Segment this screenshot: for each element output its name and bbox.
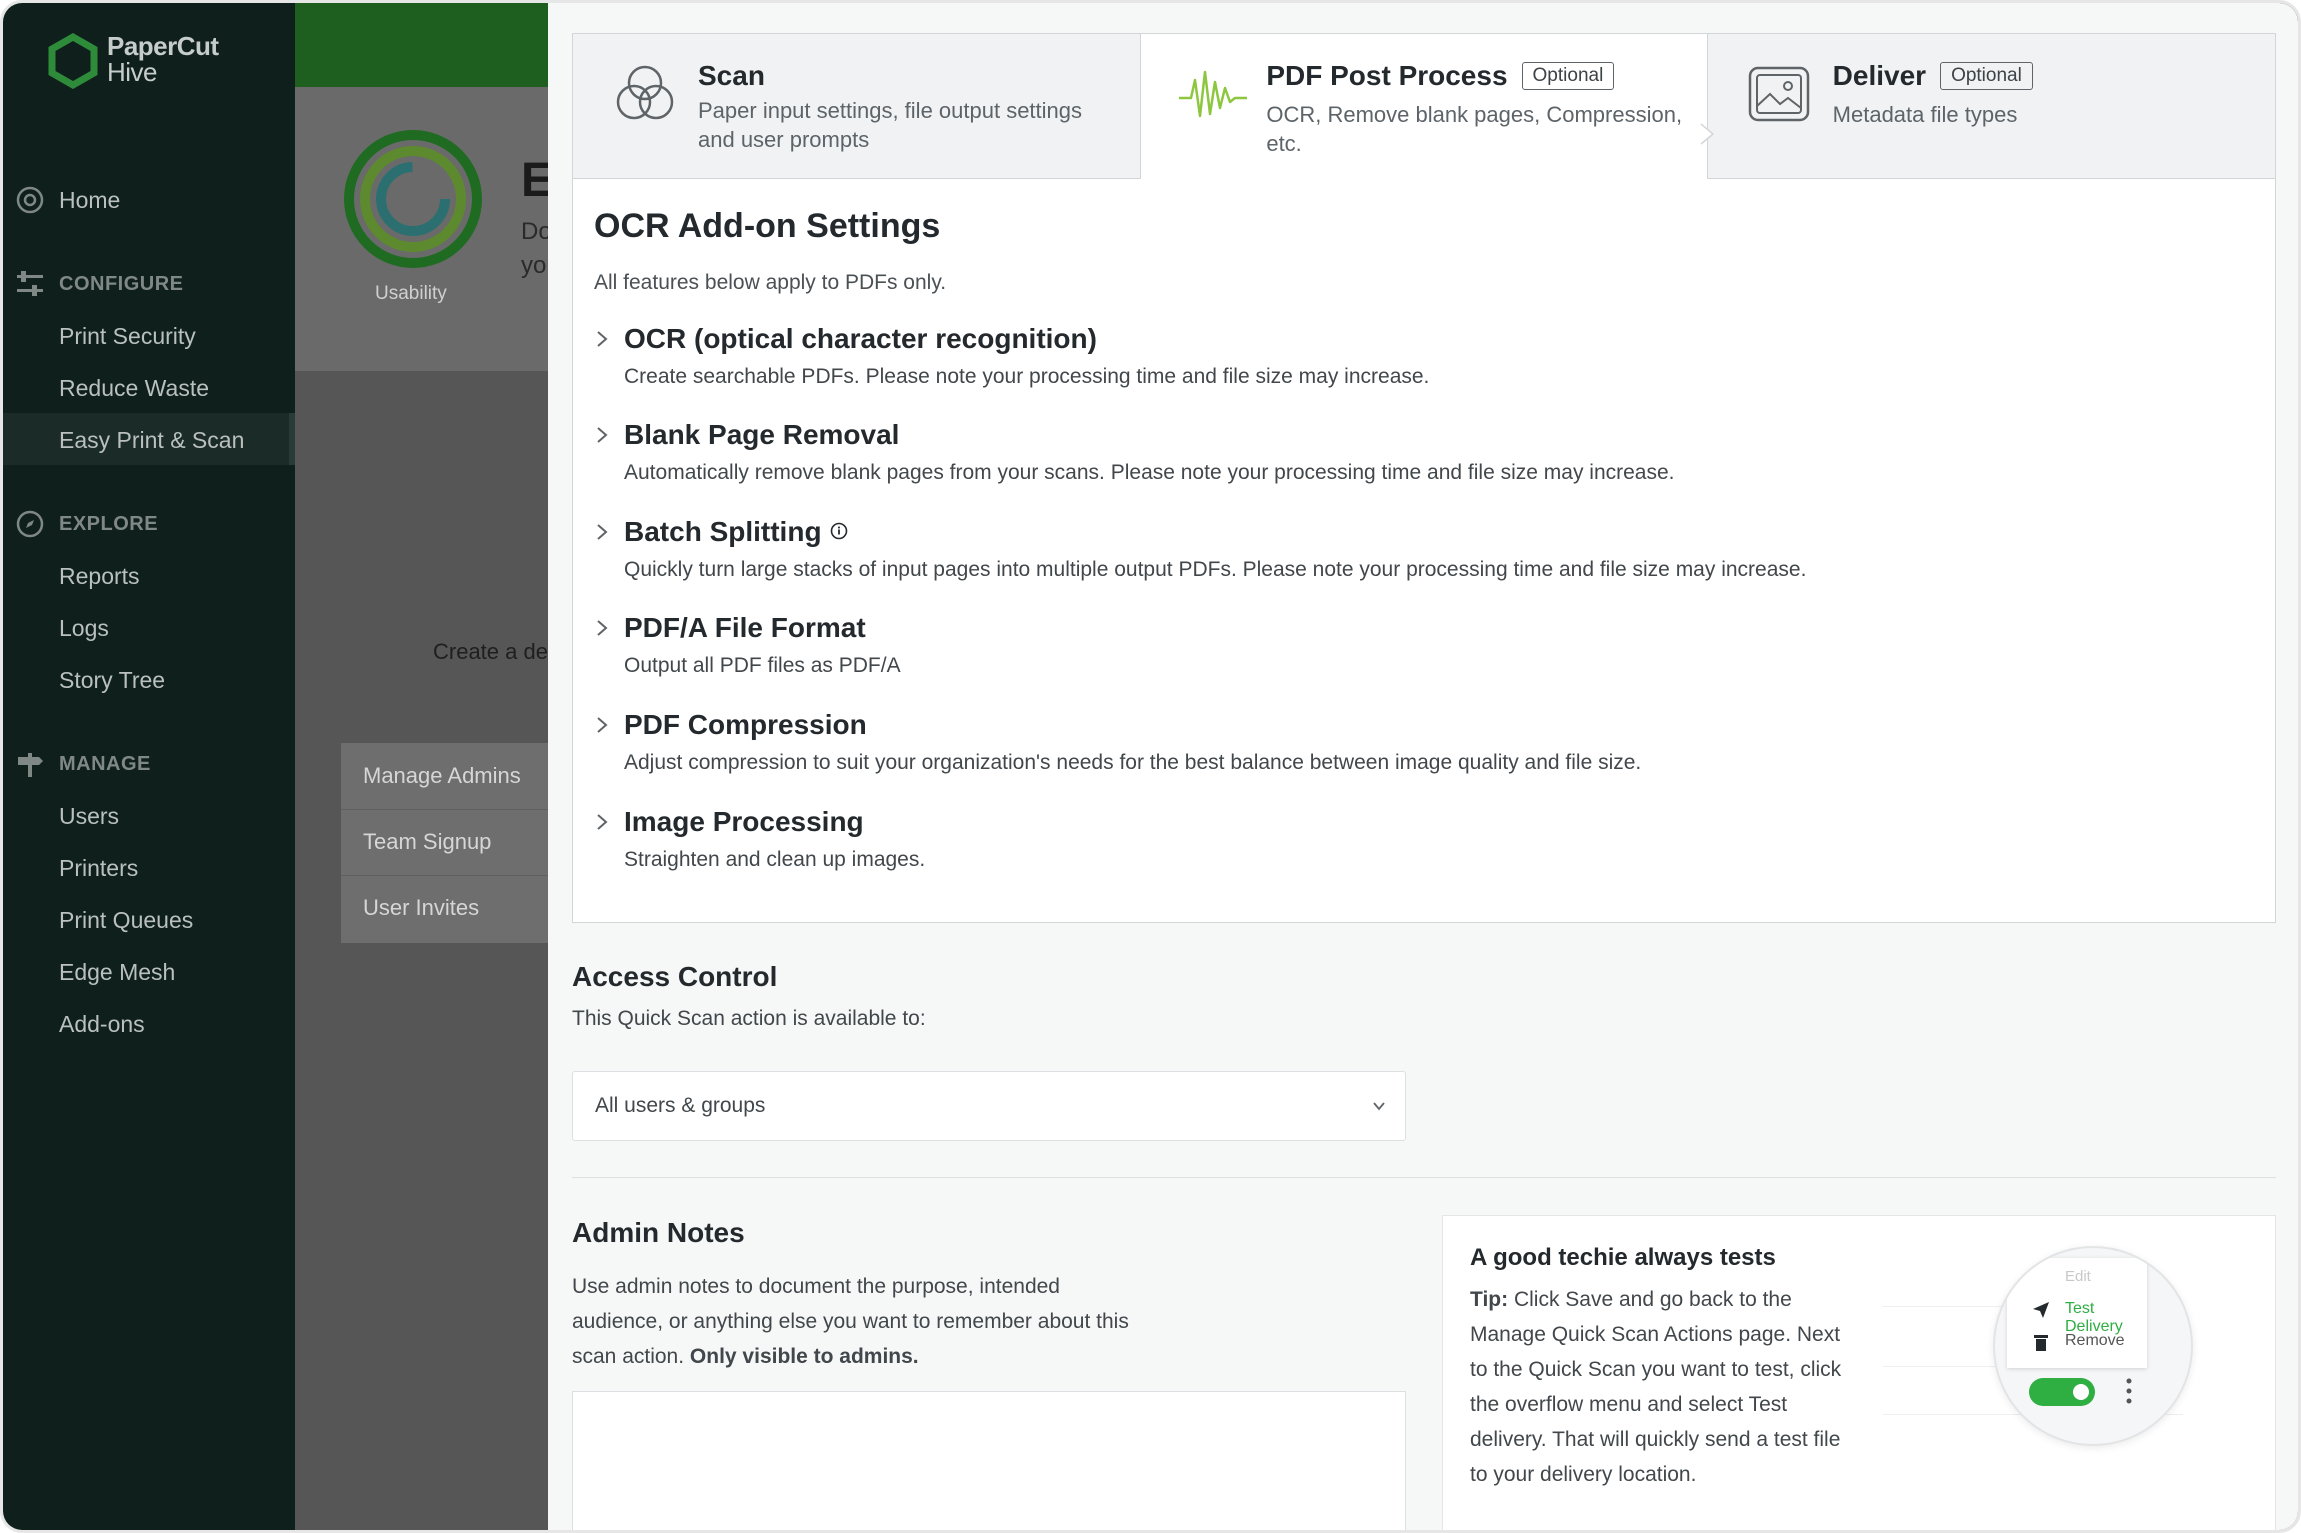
divider bbox=[341, 809, 551, 810]
logo-text-line2: Hive bbox=[107, 57, 158, 87]
feature-title: PDF Compression bbox=[624, 709, 867, 740]
step-title-deliver-text: Deliver bbox=[1832, 60, 1927, 91]
feature-desc: Adjust compression to suit your organiza… bbox=[624, 751, 1642, 774]
sidebar-item-print-security[interactable]: Print Security bbox=[59, 323, 196, 350]
step-tab-pdf-post-process[interactable]: PDF Post Process Optional OCR, Remove bla… bbox=[1140, 34, 1714, 180]
admin-notes-textarea[interactable] bbox=[572, 1391, 1406, 1530]
divider bbox=[341, 875, 551, 876]
chevron-right-icon bbox=[597, 427, 608, 443]
sidebar-item-story-tree[interactable]: Story Tree bbox=[59, 667, 165, 694]
app-frame: PaperCut Hive Home CONFIGURE Print Secur… bbox=[0, 0, 2301, 1533]
step-title-pdf-post-process-text: PDF Post Process bbox=[1266, 60, 1508, 91]
chevron-down-icon bbox=[1373, 1102, 1385, 1111]
illustration-test-delivery: Test Delivery bbox=[2065, 1300, 2123, 1335]
test-delivery-illustration: Edit Test Delivery Remove bbox=[1883, 1246, 2193, 1446]
step-title-deliver: Deliver Optional bbox=[1833, 60, 2033, 92]
sidebar-item-home[interactable]: Home bbox=[59, 187, 120, 214]
tip-label: Tip: bbox=[1470, 1288, 1509, 1311]
step-title-scan: Scan bbox=[698, 60, 765, 91]
chevron-right-icon bbox=[597, 524, 608, 540]
feature-title: Image Processing bbox=[624, 806, 864, 837]
sidebar-item-logs[interactable]: Logs bbox=[59, 615, 109, 642]
usability-label: Usability bbox=[375, 283, 447, 304]
background-menu: Manage Admins Team Signup User Invites bbox=[341, 743, 551, 943]
illustration-remove: Remove bbox=[2065, 1332, 2125, 1349]
waveform-icon bbox=[1179, 70, 1248, 118]
send-icon bbox=[2033, 1302, 2049, 1318]
illustration-overflow-menu: Edit Test Delivery Remove bbox=[2007, 1258, 2147, 1368]
illustration-edit: Edit bbox=[2065, 1268, 2091, 1285]
step-tab-scan[interactable]: Scan Paper input settings, file output s… bbox=[573, 34, 1140, 178]
ocr-settings-title: OCR Add-on Settings bbox=[594, 207, 941, 245]
scan-action-drawer: Scan Paper input settings, file output s… bbox=[548, 3, 2298, 1530]
feature-title: Batch Splitting bbox=[624, 516, 848, 548]
sidebar-section-explore: EXPLORE bbox=[59, 513, 159, 535]
sidebar-item-reports[interactable]: Reports bbox=[59, 563, 140, 590]
sidebar-item-add-ons[interactable]: Add-ons bbox=[59, 1011, 145, 1038]
step-tabs: Scan Paper input settings, file output s… bbox=[572, 33, 2276, 180]
feature-desc: Straighten and clean up images. bbox=[624, 848, 926, 871]
tip-body: Click Save and go back to the Manage Qui… bbox=[1470, 1288, 1842, 1486]
feature-title: Blank Page Removal bbox=[624, 419, 900, 450]
sidebar-item-edge-mesh[interactable]: Edge Mesh bbox=[59, 959, 175, 986]
sidebar-item-reduce-waste[interactable]: Reduce Waste bbox=[59, 375, 209, 402]
tip-title: A good techie always tests bbox=[1470, 1244, 1776, 1271]
step-desc-pdf-post-process: OCR, Remove blank pages, Compression, et… bbox=[1266, 102, 1683, 156]
usability-ring-icon bbox=[344, 130, 482, 268]
chevron-right-icon bbox=[597, 814, 608, 830]
feature-desc: Output all PDF files as PDF/A bbox=[624, 654, 901, 677]
feature-title: OCR (optical character recognition) bbox=[624, 323, 1097, 354]
magnifier-circle: Edit Test Delivery Remove bbox=[1993, 1246, 2193, 1446]
ocr-settings-panel: OCR Add-on Settings All features below a… bbox=[572, 179, 2276, 923]
sliders-icon bbox=[17, 271, 43, 296]
background-menu-manage-admins[interactable]: Manage Admins bbox=[363, 763, 521, 789]
access-control-text: This Quick Scan action is available to: bbox=[572, 1007, 926, 1030]
step-title-pdf-post-process: PDF Post Process Optional bbox=[1266, 60, 1615, 92]
feature-desc: Automatically remove blank pages from yo… bbox=[624, 461, 1675, 484]
chevron-right-icon bbox=[597, 717, 608, 733]
sidebar-item-easy-print-scan[interactable]: Easy Print & Scan bbox=[59, 427, 244, 454]
sidebar-item-print-queues[interactable]: Print Queues bbox=[59, 907, 193, 934]
overflow-menu-icon bbox=[2126, 1378, 2132, 1404]
section-divider bbox=[572, 1177, 2276, 1178]
feature-desc: Create searchable PDFs. Please note your… bbox=[624, 365, 1430, 388]
admin-notes-title: Admin Notes bbox=[572, 1217, 745, 1248]
admin-notes-description: Use admin notes to document the purpose,… bbox=[572, 1269, 1132, 1374]
access-control-select[interactable]: All users & groups bbox=[572, 1071, 1406, 1141]
compass-icon bbox=[16, 510, 44, 538]
signpost-icon bbox=[18, 753, 43, 777]
chevron-right-icon bbox=[597, 331, 608, 347]
illustration-toggle bbox=[2029, 1378, 2095, 1406]
tip-card: A good techie always tests Tip: Click Sa… bbox=[1442, 1215, 2276, 1530]
sidebar-section-manage: MANAGE bbox=[59, 753, 151, 775]
background-menu-team-signup[interactable]: Team Signup bbox=[363, 829, 491, 855]
tip-text: Tip: Click Save and go back to the Manag… bbox=[1470, 1282, 1850, 1492]
background-menu-user-invites[interactable]: User Invites bbox=[363, 895, 479, 921]
step-desc-deliver: Metadata file types bbox=[1832, 102, 2018, 127]
feature-title: PDF/A File Format bbox=[624, 612, 866, 643]
trash-icon bbox=[2034, 1335, 2048, 1351]
step-tab-deliver[interactable]: Deliver Optional Metadata file types bbox=[1708, 34, 2275, 178]
feature-desc: Quickly turn large stacks of input pages… bbox=[624, 558, 1807, 581]
papercut-logo[interactable]: PaperCut Hive bbox=[45, 33, 219, 89]
background-create-text: Create a del bbox=[433, 639, 553, 664]
optional-badge: Optional bbox=[1940, 62, 2033, 90]
optional-badge: Optional bbox=[1521, 62, 1615, 90]
admin-notes-bold: Only visible to admins. bbox=[689, 1345, 919, 1368]
home-icon bbox=[16, 186, 44, 214]
feature-title-text: Batch Splitting bbox=[624, 516, 822, 547]
papercut-logo-icon bbox=[48, 33, 98, 89]
sidebar-section-configure: CONFIGURE bbox=[59, 273, 184, 295]
access-control-value: All users & groups bbox=[595, 1094, 766, 1117]
ocr-settings-subtitle: All features below apply to PDFs only. bbox=[594, 271, 947, 294]
scan-circles-icon bbox=[616, 65, 674, 120]
sidebar: PaperCut Hive Home CONFIGURE Print Secur… bbox=[3, 3, 295, 1530]
info-icon[interactable] bbox=[830, 522, 848, 540]
access-control-title: Access Control bbox=[572, 961, 778, 992]
image-delivery-icon bbox=[1748, 66, 1809, 122]
chevron-right-icon bbox=[597, 620, 608, 636]
step-desc-scan: Paper input settings, file output settin… bbox=[698, 98, 1083, 152]
sidebar-item-users[interactable]: Users bbox=[59, 803, 119, 830]
sidebar-item-printers[interactable]: Printers bbox=[59, 855, 138, 882]
